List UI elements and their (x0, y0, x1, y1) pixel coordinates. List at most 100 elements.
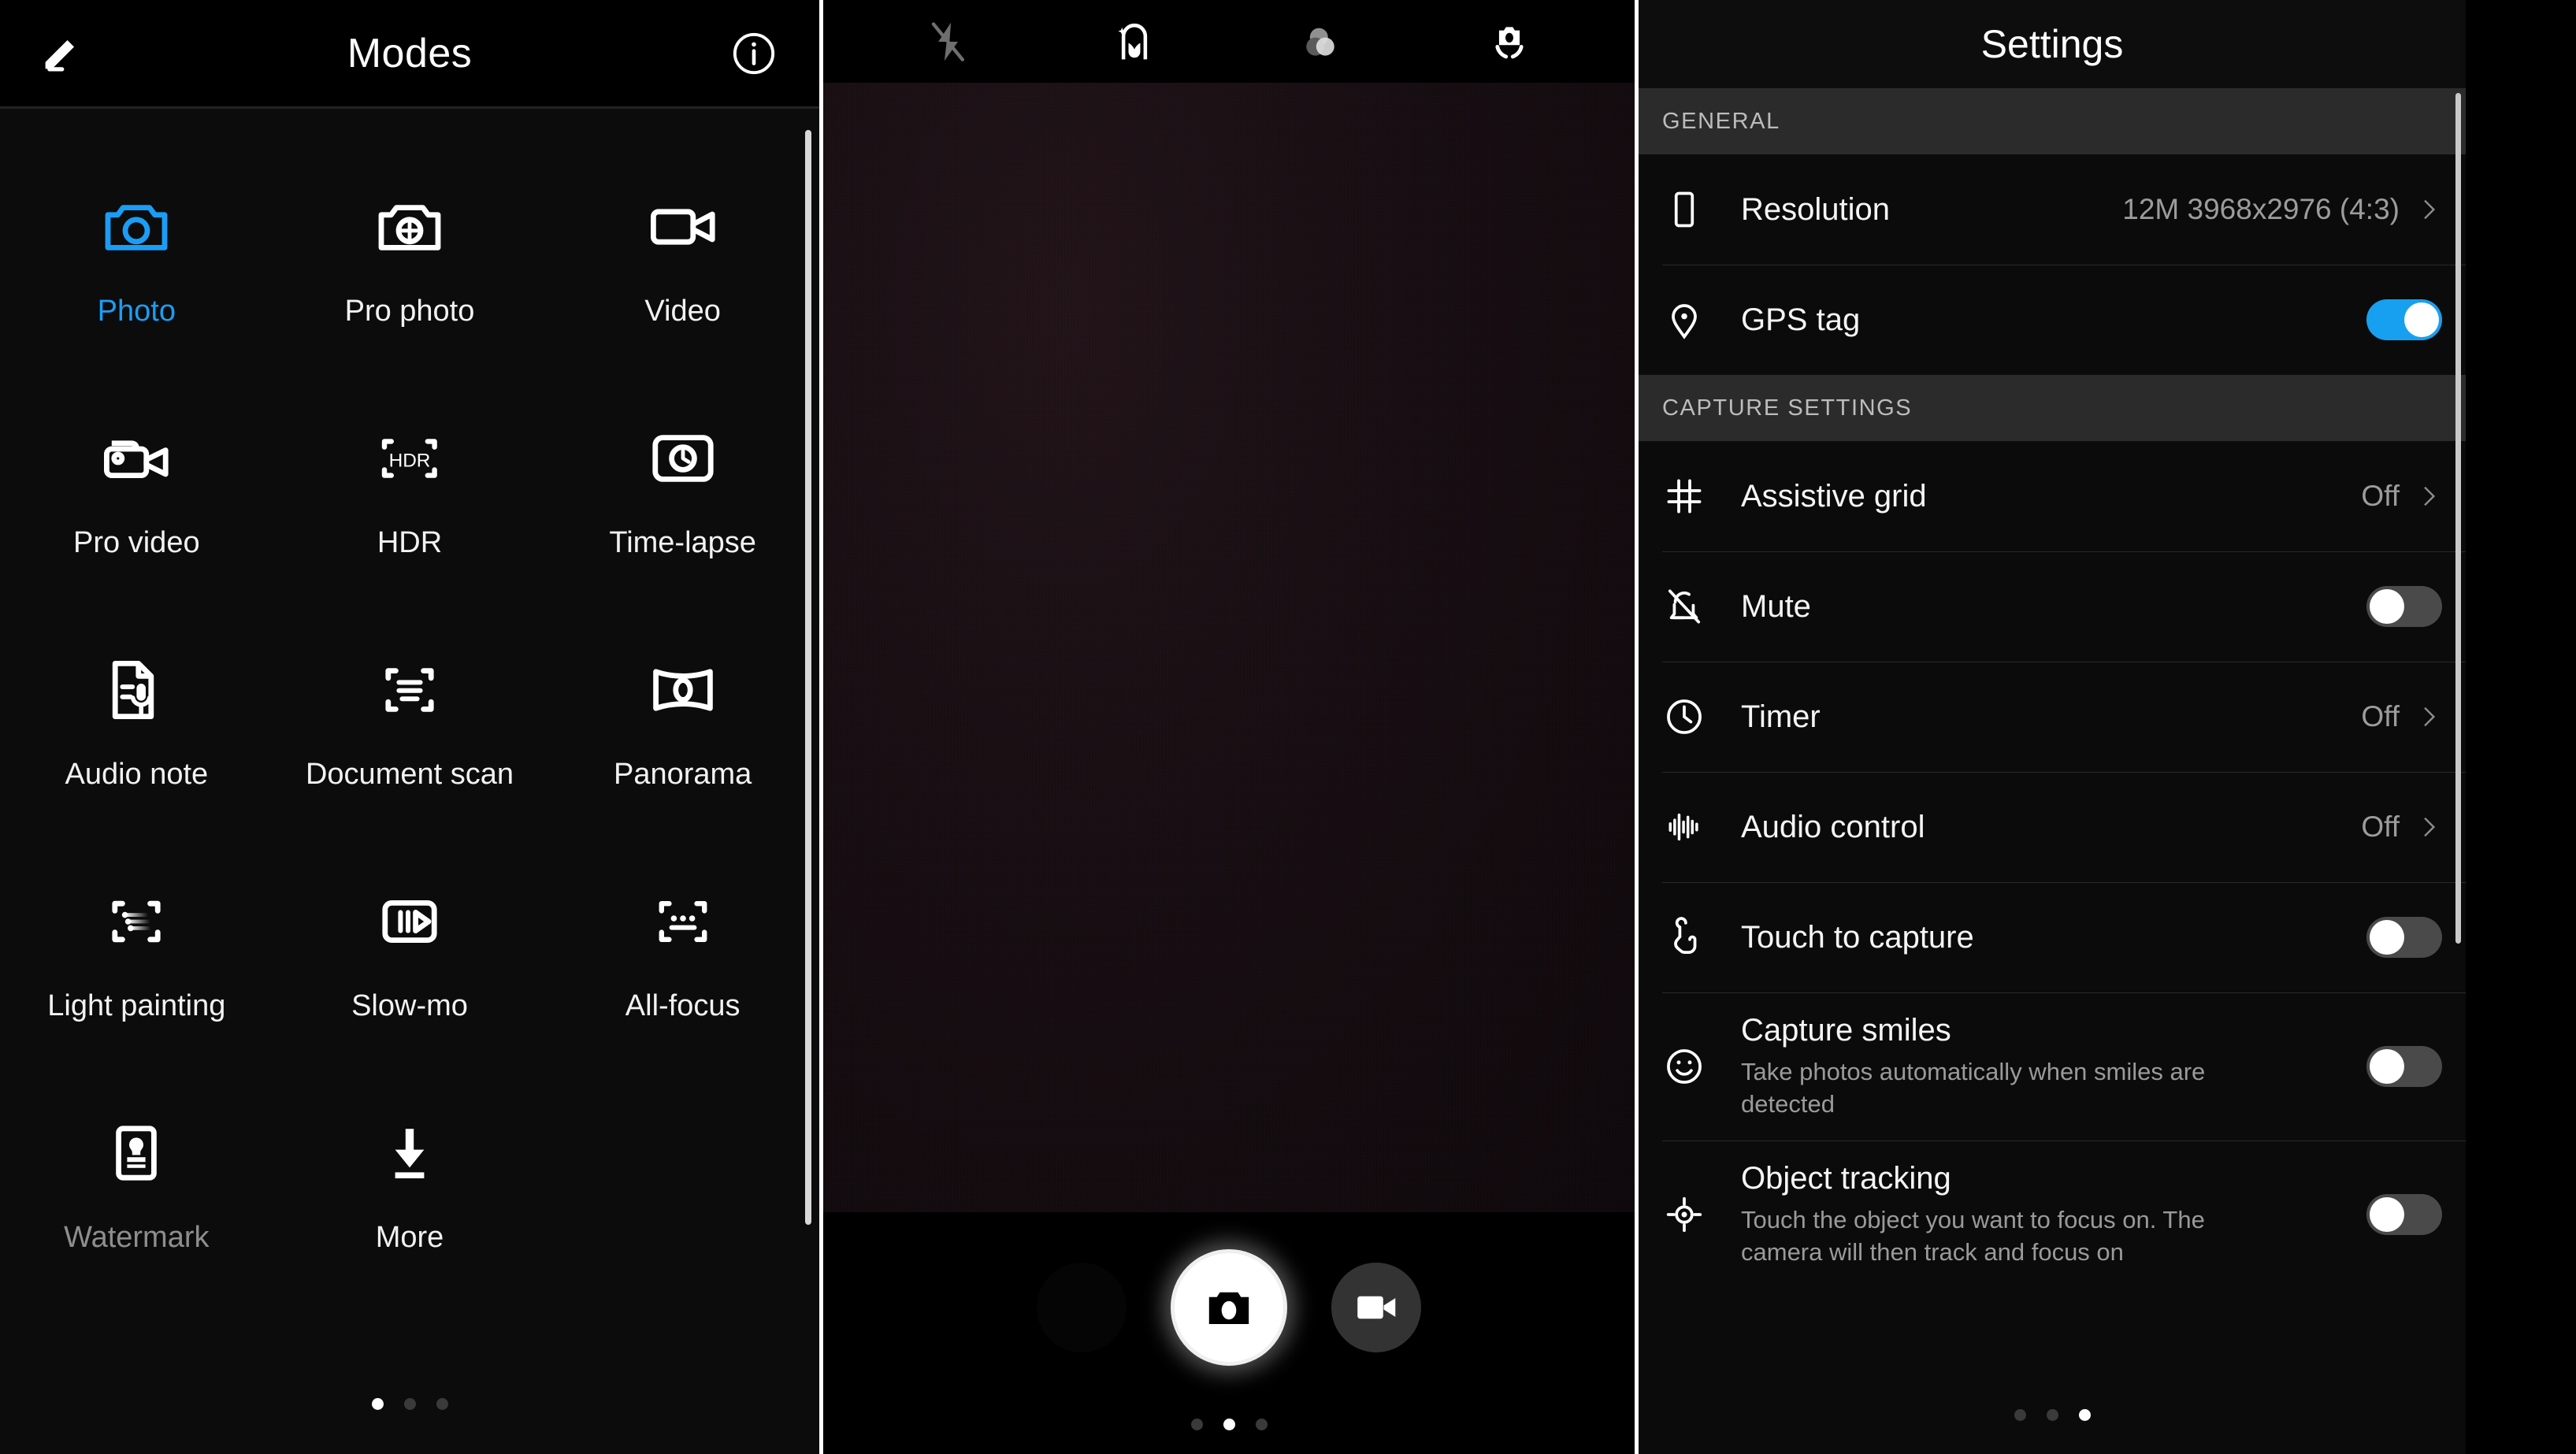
mode-item-document-scan[interactable]: Document scan (273, 635, 547, 848)
section-title: GENERAL (1662, 108, 1780, 134)
row-text: Timer (1735, 699, 2361, 735)
settings-header: Settings (1639, 0, 2466, 88)
row-control (2366, 917, 2442, 958)
chevron-right-icon[interactable] (2415, 480, 2442, 513)
settings-row-gps-tag[interactable]: GPS tag (1639, 265, 2466, 375)
info-icon[interactable] (731, 31, 777, 76)
page-dot[interactable] (371, 1398, 384, 1410)
object-tracking-toggle[interactable] (2366, 1194, 2442, 1235)
row-control: 12M 3968x2976 (4:3) (2122, 193, 2442, 226)
location-pin-icon (1662, 298, 1735, 342)
mode-item-light-painting[interactable]: Light painting (0, 866, 273, 1079)
mode-label: Document scan (305, 758, 514, 791)
row-label: Assistive grid (1741, 478, 1927, 514)
mode-item-video[interactable]: Video (546, 172, 819, 384)
settings-row-capture-smiles[interactable]: Capture smiles Take photos automatically… (1639, 992, 2466, 1141)
light-painting-icon (98, 877, 174, 966)
phone-portrait-icon (1662, 187, 1735, 232)
slow-motion-icon (372, 877, 447, 966)
page-dot[interactable] (2014, 1409, 2026, 1421)
settings-row-assistive-grid[interactable]: Assistive grid Off (1639, 441, 2466, 551)
mode-item-hdr[interactable]: HDR HDR (273, 403, 547, 616)
row-text: Audio control (1735, 810, 2361, 845)
settings-row-resolution[interactable]: Resolution 12M 3968x2976 (4:3) (1639, 154, 2466, 265)
row-control: Off (2361, 810, 2442, 844)
audio-waveform-icon (1662, 805, 1735, 849)
camera-icon (98, 183, 174, 271)
page-dot[interactable] (1190, 1419, 1203, 1430)
viewfinder-panel (819, 0, 1639, 1454)
mode-label: Video (644, 295, 721, 328)
beauty-face-icon[interactable] (1109, 17, 1160, 67)
page-dot[interactable] (1223, 1419, 1235, 1430)
clock-icon (1662, 695, 1735, 739)
page-dot[interactable] (2078, 1409, 2091, 1421)
settings-row-touch-to-capture[interactable]: Touch to capture (1639, 882, 2466, 992)
chevron-right-icon[interactable] (2415, 193, 2442, 226)
edit-pencil-icon[interactable] (36, 29, 85, 78)
mode-item-more[interactable]: More (273, 1098, 547, 1311)
audio-note-icon (98, 646, 174, 734)
mode-item-photo[interactable]: Photo (0, 172, 273, 384)
row-label: Touch to capture (1741, 919, 1974, 955)
mode-item-time-lapse[interactable]: Time-lapse (546, 403, 819, 616)
mode-label: HDR (377, 526, 443, 559)
download-arrow-icon (372, 1109, 447, 1197)
viewfinder-bottom-bar (823, 1216, 1635, 1454)
hdr-icon: HDR (372, 414, 447, 503)
video-record-button[interactable] (1331, 1263, 1421, 1352)
row-control: Off (2361, 480, 2442, 513)
settings-row-object-tracking[interactable]: Object tracking Touch the object you wan… (1639, 1141, 2466, 1289)
modes-scrollbar[interactable] (805, 130, 811, 1225)
page-dot[interactable] (403, 1398, 416, 1410)
settings-row-audio-control[interactable]: Audio control Off (1639, 772, 2466, 882)
mode-item-pro-photo[interactable]: Pro photo (273, 172, 547, 384)
grid-hash-icon (1662, 474, 1735, 518)
row-value: 12M 3968x2976 (4:3) (2122, 193, 2400, 225)
section-header-general: GENERAL (1639, 88, 2466, 154)
settings-scrollbar[interactable] (2455, 93, 2461, 944)
settings-panel: Settings GENERAL Resolution 12M 3968x297… (1639, 0, 2466, 1454)
gps-tag-toggle[interactable] (2366, 299, 2442, 340)
settings-row-timer[interactable]: Timer Off (1639, 662, 2466, 772)
row-text: Assistive grid (1735, 479, 2361, 514)
row-value: Off (2361, 810, 2400, 843)
pro-video-icon (98, 414, 174, 503)
touch-hand-icon (1662, 915, 1735, 959)
row-control: Off (2361, 700, 2442, 733)
page-dot[interactable] (1255, 1419, 1268, 1430)
pro-photo-icon (372, 183, 447, 271)
mode-item-watermark[interactable]: Watermark (0, 1098, 273, 1311)
settings-page-dots (1639, 1409, 2466, 1421)
flash-off-icon[interactable] (923, 17, 972, 66)
touch-to-capture-toggle[interactable] (2366, 917, 2442, 958)
page-dot[interactable] (2046, 1409, 2058, 1421)
row-control (2366, 586, 2442, 627)
capture-smiles-toggle[interactable] (2366, 1046, 2442, 1087)
switch-camera-icon[interactable] (1484, 17, 1535, 67)
mode-label: Time-lapse (609, 526, 756, 559)
chevron-right-icon[interactable] (2415, 700, 2442, 733)
mode-item-pro-video[interactable]: Pro video (0, 403, 273, 616)
viewfinder-top-bar (823, 0, 1635, 83)
row-description: Take photos automatically when smiles ar… (1741, 1058, 2206, 1118)
filters-icon[interactable] (1297, 17, 1347, 67)
mode-item-audio-note[interactable]: Audio note (0, 635, 273, 848)
mute-toggle[interactable] (2366, 586, 2442, 627)
document-scan-icon (372, 646, 447, 734)
mode-item-slow-mo[interactable]: Slow-mo (273, 866, 547, 1079)
camera-preview[interactable] (823, 83, 1635, 1212)
last-photo-thumbnail[interactable] (1037, 1263, 1127, 1352)
page-dot[interactable] (436, 1398, 448, 1410)
mode-label: Watermark (64, 1221, 210, 1254)
section-header-capture-settings: CAPTURE SETTINGS (1639, 375, 2466, 441)
shutter-button[interactable] (1171, 1249, 1287, 1366)
mode-label: Light painting (47, 989, 226, 1022)
mode-item-panorama[interactable]: Panorama (546, 635, 819, 848)
page-title: Modes (347, 30, 473, 76)
mode-item-all-focus[interactable]: All-focus (546, 866, 819, 1079)
capture-controls (823, 1249, 1635, 1366)
row-control (2366, 1046, 2442, 1087)
settings-row-mute[interactable]: Mute (1639, 551, 2466, 662)
chevron-right-icon[interactable] (2415, 810, 2442, 844)
